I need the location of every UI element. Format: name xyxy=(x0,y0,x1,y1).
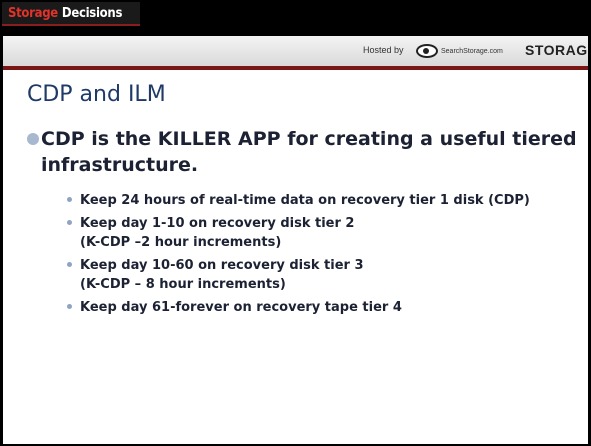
bullet-dot-icon xyxy=(67,262,72,267)
brand-logo: Storage Decisions xyxy=(2,2,140,26)
sub-bullet: Keep 24 hours of real-time data on recov… xyxy=(67,191,577,210)
sub-bullet: Keep day 1-10 on recovery disk tier 2 (K… xyxy=(67,214,577,252)
slide: Storage Decisions Hosted by SearchStorag… xyxy=(0,0,591,446)
brand-part-storage: Storage xyxy=(8,5,58,21)
brand-part-decisions: Decisions xyxy=(61,5,123,21)
slide-content: Hosted by SearchStorage.com STORAGE CDP … xyxy=(3,36,588,444)
sub-bullet-text: Keep day 1-10 on recovery disk tier 2 (K… xyxy=(80,216,355,250)
eye-logo-icon xyxy=(416,44,438,58)
bullet-dot-icon xyxy=(67,197,72,202)
host-logo: SearchStorage.com xyxy=(416,40,514,62)
header-divider xyxy=(3,66,588,70)
sub-bullet: Keep day 10-60 on recovery disk tier 3 (… xyxy=(67,256,577,294)
sub-bullet-list: Keep 24 hours of real-time data on recov… xyxy=(67,191,577,321)
main-bullet: CDP is the KILLER APP for creating a use… xyxy=(27,126,577,178)
host-logo-brand: STORAGE xyxy=(525,42,588,58)
main-bullet-text: CDP is the KILLER APP for creating a use… xyxy=(41,128,577,176)
sub-bullet-text: Keep 24 hours of real-time data on recov… xyxy=(80,193,530,208)
slide-title: CDP and ILM xyxy=(27,82,166,107)
sub-bullet-text: Keep day 61-forever on recovery tape tie… xyxy=(80,300,402,315)
top-bar: Storage Decisions xyxy=(0,0,591,36)
hosted-by-label: Hosted by xyxy=(363,45,404,55)
bullet-dot-icon xyxy=(67,304,72,309)
bullet-dot-icon xyxy=(27,133,39,145)
sub-bullet-text: Keep day 10-60 on recovery disk tier 3 (… xyxy=(80,258,364,292)
host-bar: Hosted by SearchStorage.com STORAGE xyxy=(3,36,588,66)
sub-bullet: Keep day 61-forever on recovery tape tie… xyxy=(67,298,577,317)
host-logo-text: SearchStorage.com xyxy=(441,47,503,55)
bullet-dot-icon xyxy=(67,220,72,225)
